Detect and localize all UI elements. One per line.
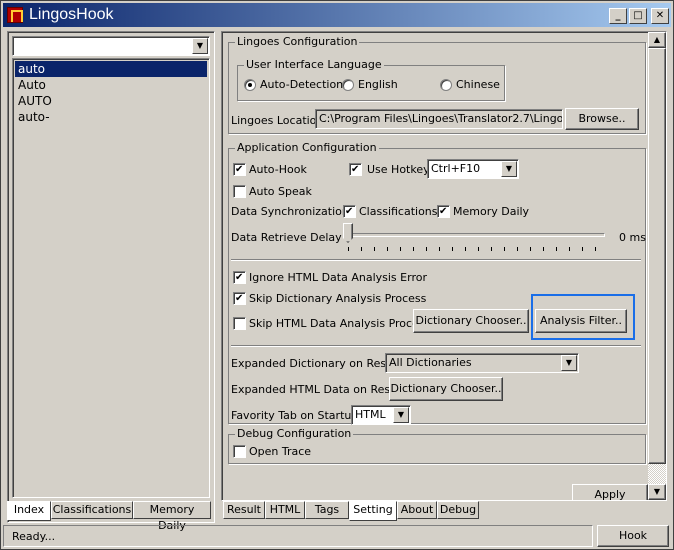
- checkbox-label: Auto-Hook: [249, 163, 307, 176]
- lingoes-location-field[interactable]: C:\Program Files\Lingoes\Translator2.7\L…: [315, 109, 563, 129]
- apply-button[interactable]: Apply: [572, 484, 648, 500]
- checkbox-label: Skip HTML Data Analysis Process: [249, 317, 431, 330]
- slider-ticks: [348, 247, 608, 251]
- retrieve-delay-label: Data Retrieve Delay: [231, 231, 342, 244]
- delay-slider-track[interactable]: [345, 233, 605, 237]
- window-title: LingosHook: [29, 6, 114, 23]
- chevron-down-icon[interactable]: ▼: [393, 407, 409, 423]
- auto-hook-checkbox[interactable]: [233, 163, 246, 176]
- app-config-group: Application Configuration Auto-Hook Use …: [228, 141, 646, 425]
- radio-english[interactable]: [342, 79, 354, 91]
- tab-html[interactable]: HTML: [265, 501, 305, 519]
- lingoes-location-label: Lingoes Location: [231, 114, 324, 127]
- tab-result[interactable]: Result: [223, 501, 265, 519]
- skip-dict-analysis-checkbox[interactable]: [233, 292, 246, 305]
- index-search-combo[interactable]: ▼: [12, 36, 210, 56]
- right-tabbar: Result HTML Tags Setting About Debug: [223, 501, 667, 523]
- scroll-thumb[interactable]: [648, 48, 666, 464]
- delay-slider-thumb[interactable]: [343, 223, 353, 243]
- delay-value: 0 ms: [619, 231, 646, 244]
- tab-about[interactable]: About: [397, 501, 437, 519]
- main-window: LingosHook _ □ ✕ ▼ auto Auto AUTO auto- Ind…: [0, 0, 674, 550]
- tab-index[interactable]: Index: [7, 501, 51, 521]
- radio-auto-detection[interactable]: [244, 79, 256, 91]
- vertical-scrollbar[interactable]: ▲ ▼: [648, 32, 666, 500]
- auto-speak-checkbox[interactable]: [233, 185, 246, 198]
- list-item[interactable]: AUTO: [15, 93, 207, 109]
- ignore-html-error-checkbox[interactable]: [233, 271, 246, 284]
- checkbox-label: Use Hotkey: [367, 163, 430, 176]
- scroll-down-button[interactable]: ▼: [648, 484, 666, 500]
- status-text: Ready...: [12, 530, 56, 543]
- expanded-html-label: Expanded HTML Data on Result: [231, 383, 405, 396]
- checkbox-label: Ignore HTML Data Analysis Error: [249, 271, 427, 284]
- open-trace-checkbox[interactable]: [233, 445, 246, 458]
- hotkey-select[interactable]: Ctrl+F10 ▼: [427, 159, 519, 179]
- hook-button[interactable]: Hook: [597, 525, 669, 547]
- tab-tags[interactable]: Tags: [305, 501, 349, 519]
- separator: [231, 259, 641, 261]
- radio-chinese[interactable]: [440, 79, 452, 91]
- list-item[interactable]: Auto: [15, 77, 207, 93]
- radio-label: Auto-Detection: [260, 78, 344, 91]
- browse-button[interactable]: Browse..: [565, 108, 639, 130]
- dictionary-chooser-button-2[interactable]: Dictionary Chooser..: [389, 377, 503, 401]
- left-panel: ▼ auto Auto AUTO auto-: [7, 31, 215, 523]
- close-button[interactable]: ✕: [651, 8, 669, 24]
- list-item[interactable]: auto: [15, 61, 207, 77]
- tab-classifications[interactable]: Classifications: [51, 501, 133, 519]
- group-label: User Interface Language: [244, 58, 384, 71]
- chevron-down-icon[interactable]: ▼: [501, 161, 517, 177]
- lingoes-config-group: Lingoes Configuration User Interface Lan…: [228, 35, 646, 134]
- use-hotkey-checkbox[interactable]: [349, 163, 362, 176]
- debug-config-group: Debug Configuration Open Trace: [228, 427, 646, 464]
- title-bar[interactable]: LingosHook _ □ ✕: [3, 3, 671, 27]
- expanded-dict-select[interactable]: All Dictionaries ▼: [385, 353, 579, 373]
- group-label: Debug Configuration: [235, 427, 354, 440]
- expanded-dict-label: Expanded Dictionary on Result: [231, 357, 401, 370]
- favority-tab-label: Favority Tab on Startup: [231, 409, 359, 422]
- checkbox-label: Skip Dictionary Analysis Process: [249, 292, 427, 305]
- index-list[interactable]: auto Auto AUTO auto-: [12, 58, 210, 498]
- analysis-filter-button[interactable]: Analysis Filter..: [535, 309, 627, 333]
- chevron-down-icon[interactable]: ▼: [561, 355, 577, 371]
- left-tabbar: Index Classifications Memory Daily: [7, 501, 215, 532]
- favority-tab-select[interactable]: HTML ▼: [351, 405, 411, 425]
- app-icon: [7, 7, 23, 23]
- tab-memory-daily[interactable]: Memory Daily: [133, 501, 211, 532]
- radio-label: Chinese: [456, 78, 500, 91]
- list-item[interactable]: auto-: [15, 109, 207, 125]
- chevron-down-icon[interactable]: ▼: [192, 38, 208, 54]
- tab-setting[interactable]: Setting: [349, 501, 397, 521]
- ui-language-group: User Interface Language Auto-Detection E…: [237, 58, 505, 101]
- memory-daily-checkbox[interactable]: [437, 205, 450, 218]
- checkbox-label: Classifications: [359, 205, 438, 218]
- checkbox-label: Auto Speak: [249, 185, 312, 198]
- tab-debug[interactable]: Debug: [437, 501, 479, 519]
- radio-label: English: [358, 78, 398, 91]
- checkbox-label: Memory Daily: [453, 205, 530, 218]
- group-label: Application Configuration: [235, 141, 379, 154]
- data-sync-label: Data Synchronization: [231, 205, 349, 218]
- settings-panel: Lingoes Configuration User Interface Lan…: [221, 31, 667, 501]
- checkbox-label: Open Trace: [249, 445, 312, 458]
- separator: [231, 345, 641, 347]
- dictionary-chooser-button[interactable]: Dictionary Chooser..: [413, 309, 529, 333]
- minimize-button[interactable]: _: [609, 8, 627, 24]
- scroll-up-button[interactable]: ▲: [648, 32, 666, 48]
- skip-html-analysis-checkbox[interactable]: [233, 317, 246, 330]
- maximize-button[interactable]: □: [629, 8, 647, 24]
- group-label: Lingoes Configuration: [235, 35, 360, 48]
- status-bar: Ready...: [3, 525, 593, 547]
- classifications-checkbox[interactable]: [343, 205, 356, 218]
